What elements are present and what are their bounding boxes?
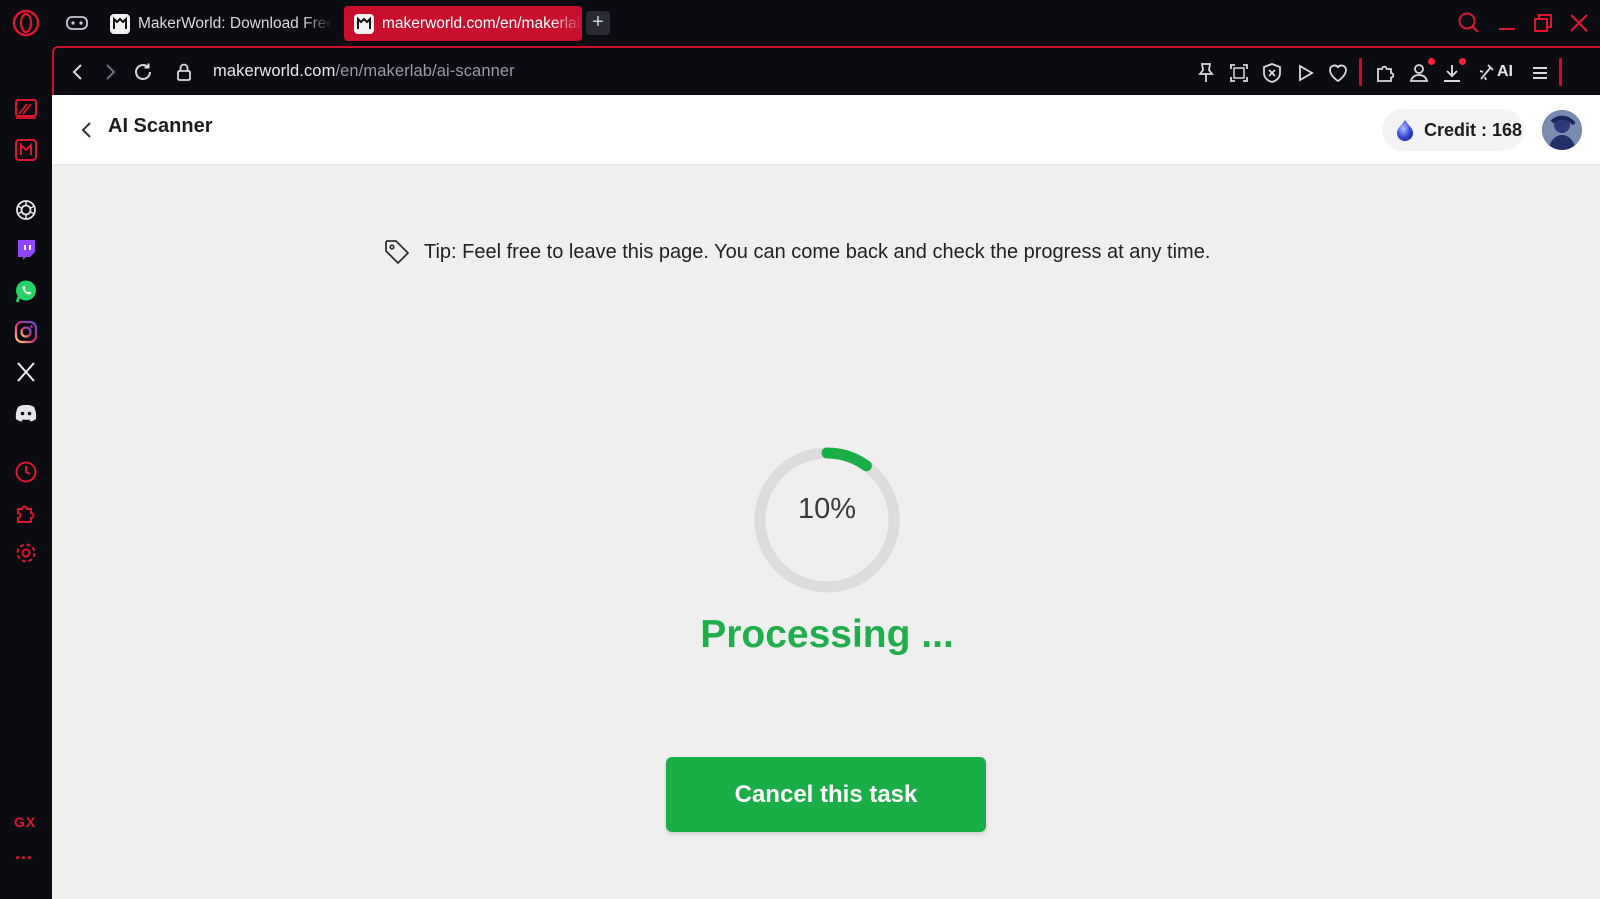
aria-ai-icon (1479, 64, 1494, 81)
user-avatar[interactable] (1542, 110, 1582, 150)
toolbar-separator (1359, 58, 1362, 86)
back-icon[interactable] (66, 60, 90, 84)
tab-label: makerworld.com/en/makerlab/ai-scanner (382, 14, 582, 32)
profile-notification-dot (1428, 58, 1435, 65)
progress-percent: 10% (797, 493, 857, 525)
extensions-puzzle-icon[interactable] (13, 500, 39, 526)
cancel-task-button[interactable]: Cancel this task (666, 757, 986, 832)
twitch-icon[interactable] (13, 237, 39, 263)
page-title: AI Scanner (108, 115, 213, 137)
player-icon[interactable] (1293, 61, 1317, 85)
settings-gear-icon[interactable] (13, 540, 39, 566)
toolbar-separator (1559, 58, 1562, 86)
page-header: AI Scanner Credit : 168 (52, 95, 1600, 165)
makerworld-favicon-icon (110, 13, 130, 34)
restore-icon[interactable] (1530, 10, 1556, 36)
url-path: /en/makerlab/ai-scanner (335, 62, 515, 80)
page-content: AI Scanner Credit : 168 Tip: Feel free t… (52, 95, 1600, 899)
ai-label: AI (1497, 63, 1513, 80)
discord-icon[interactable] (13, 400, 39, 426)
makerworld-favicon-icon (354, 13, 374, 34)
extensions-icon[interactable] (1373, 61, 1397, 85)
url-host: makerworld.com (213, 62, 336, 80)
url-field[interactable]: makerworld.com/en/makerlab/ai-scanner (213, 62, 515, 81)
tab-ai-scanner[interactable]: makerworld.com/en/makerlab/ai-scanner (344, 6, 582, 41)
pin-icon[interactable] (1194, 61, 1218, 85)
forward-icon[interactable] (98, 60, 122, 84)
tip-text: Tip: Feel free to leave this page. You c… (424, 240, 1211, 263)
chatgpt-icon[interactable] (13, 197, 39, 223)
credit-crystal-icon (1397, 119, 1413, 141)
tip-banner: Tip: Feel free to leave this page. You c… (382, 235, 1210, 269)
download-notification-dot (1459, 58, 1466, 65)
reload-icon[interactable] (131, 60, 155, 84)
instagram-icon[interactable] (13, 319, 39, 345)
close-icon[interactable] (1566, 10, 1592, 36)
minimize-icon[interactable] (1494, 10, 1520, 36)
sidebar-more-icon[interactable]: ··· (15, 848, 33, 869)
snapshot-icon[interactable] (1227, 61, 1251, 85)
profile-icon[interactable] (1407, 61, 1431, 85)
browser-sidebar: GX ··· (0, 46, 52, 899)
search-icon[interactable] (1456, 10, 1482, 36)
gx-corner-icon[interactable] (13, 96, 39, 122)
tag-icon (385, 240, 409, 264)
aria-ai-button[interactable]: AI (1478, 62, 1513, 82)
tab-label: MakerWorld: Download Free (138, 14, 332, 32)
credit-badge[interactable]: Credit : 168 (1382, 109, 1524, 151)
x-twitter-icon[interactable] (13, 359, 39, 385)
ad-block-icon[interactable] (1260, 61, 1284, 85)
history-clock-icon[interactable] (13, 459, 39, 485)
gx-label[interactable]: GX (14, 814, 36, 830)
back-chevron-icon[interactable] (76, 119, 98, 141)
whatsapp-icon[interactable] (13, 278, 39, 304)
processing-status: Processing ... (700, 613, 954, 656)
new-tab-button[interactable]: + (586, 11, 610, 35)
menu-icon[interactable] (1528, 61, 1552, 85)
gamepad-icon[interactable] (64, 11, 90, 35)
credit-label: Credit : 168 (1424, 119, 1523, 140)
heart-icon[interactable] (1326, 61, 1350, 85)
lock-icon[interactable] (172, 60, 196, 84)
browser-tab-bar: MakerWorld: Download Free makerworld.com… (0, 0, 1600, 46)
address-bar: makerworld.com/en/makerlab/ai-scanner AI (52, 46, 1600, 95)
tab-makerworld-download[interactable]: MakerWorld: Download Free (100, 6, 332, 41)
makerworld-sidebar-icon[interactable] (13, 137, 39, 163)
opera-gx-logo-icon[interactable] (12, 9, 40, 37)
